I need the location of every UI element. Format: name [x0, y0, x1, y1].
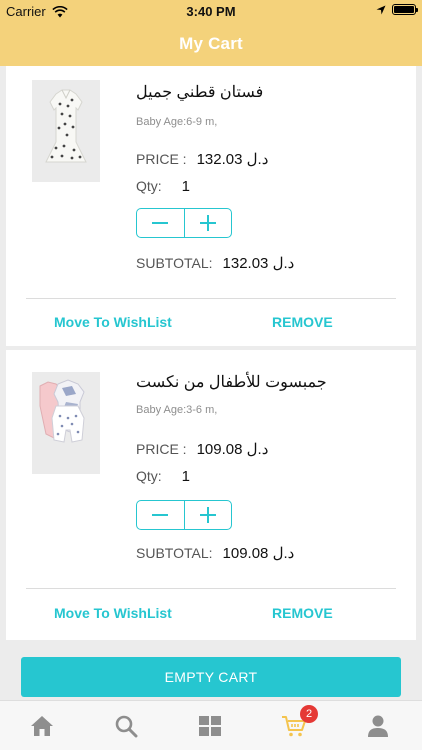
divider — [26, 298, 396, 299]
cart-count-badge: 2 — [300, 705, 318, 723]
jumpsuit-image — [39, 379, 85, 443]
baby-age: Baby Age:6-9 m, — [136, 116, 218, 128]
empty-cart-button[interactable]: EMPTY CART — [21, 657, 401, 697]
categories-icon — [199, 716, 221, 736]
plus-icon — [199, 507, 216, 523]
price-value: 132.03 د.ل — [196, 151, 269, 168]
minus-icon — [152, 222, 169, 224]
subtotal-value: 132.03 د.ل — [222, 255, 295, 272]
quantity-row: Qty: 1 — [136, 468, 190, 485]
subtotal-value: 109.08 د.ل — [222, 545, 295, 562]
divider — [26, 588, 396, 589]
increase-quantity-button[interactable] — [183, 209, 232, 237]
status-time: 3:40 PM — [186, 4, 236, 19]
price-value: 109.08 د.ل — [196, 441, 269, 458]
tab-home[interactable] — [29, 713, 55, 739]
subtotal-row: SUBTOTAL: 109.08 د.ل — [136, 544, 294, 562]
battery-icon — [392, 4, 418, 15]
quantity-value: 1 — [181, 178, 191, 195]
price-row: PRICE : 132.03 د.ل — [136, 150, 268, 168]
product-name[interactable]: فستان قطني جميل — [136, 82, 396, 102]
price-row: PRICE : 109.08 د.ل — [136, 440, 268, 458]
status-right — [376, 4, 418, 15]
remove-button[interactable]: REMOVE — [272, 314, 333, 330]
dress-image — [45, 89, 87, 163]
quantity-value: 1 — [181, 468, 191, 485]
product-image[interactable] — [32, 372, 100, 474]
quantity-row: Qty: 1 — [136, 178, 190, 195]
page-title: My Cart — [179, 34, 243, 53]
move-to-wishlist-button[interactable]: Move To WishList — [54, 314, 172, 330]
location-arrow-icon — [376, 5, 386, 14]
price-label: PRICE : — [136, 151, 187, 167]
price-label: PRICE : — [136, 441, 187, 457]
navigation-bar: My Cart — [0, 22, 422, 66]
decrease-quantity-button[interactable] — [137, 501, 184, 529]
search-icon — [115, 715, 138, 738]
remove-button[interactable]: REMOVE — [272, 605, 333, 621]
tab-bar: 2 — [0, 700, 422, 750]
quantity-stepper — [136, 500, 232, 530]
baby-age: Baby Age:3-6 m, — [136, 404, 218, 416]
tab-search[interactable] — [113, 713, 139, 739]
tab-profile[interactable] — [365, 713, 391, 739]
profile-icon — [368, 715, 388, 737]
subtotal-label: SUBTOTAL: — [136, 255, 213, 271]
quantity-label: Qty: — [136, 178, 162, 194]
quantity-label: Qty: — [136, 468, 162, 484]
move-to-wishlist-button[interactable]: Move To WishList — [54, 605, 172, 621]
quantity-stepper — [136, 208, 232, 238]
tab-categories[interactable] — [197, 713, 223, 739]
plus-icon — [199, 215, 216, 231]
home-icon — [31, 716, 53, 736]
cart-item: جمبسوت للأطفال من نكست Baby Age:3-6 m, P… — [6, 350, 416, 640]
subtotal-row: SUBTOTAL: 132.03 د.ل — [136, 254, 294, 272]
status-bar: Carrier 3:40 PM — [0, 0, 422, 22]
increase-quantity-button[interactable] — [183, 501, 232, 529]
subtotal-label: SUBTOTAL: — [136, 545, 213, 561]
decrease-quantity-button[interactable] — [137, 209, 184, 237]
product-name[interactable]: جمبسوت للأطفال من نكست — [136, 372, 396, 392]
minus-icon — [152, 514, 169, 516]
cart-item: فستان قطني جميل Baby Age:6-9 m, PRICE : … — [6, 66, 416, 346]
product-image[interactable] — [32, 80, 100, 182]
